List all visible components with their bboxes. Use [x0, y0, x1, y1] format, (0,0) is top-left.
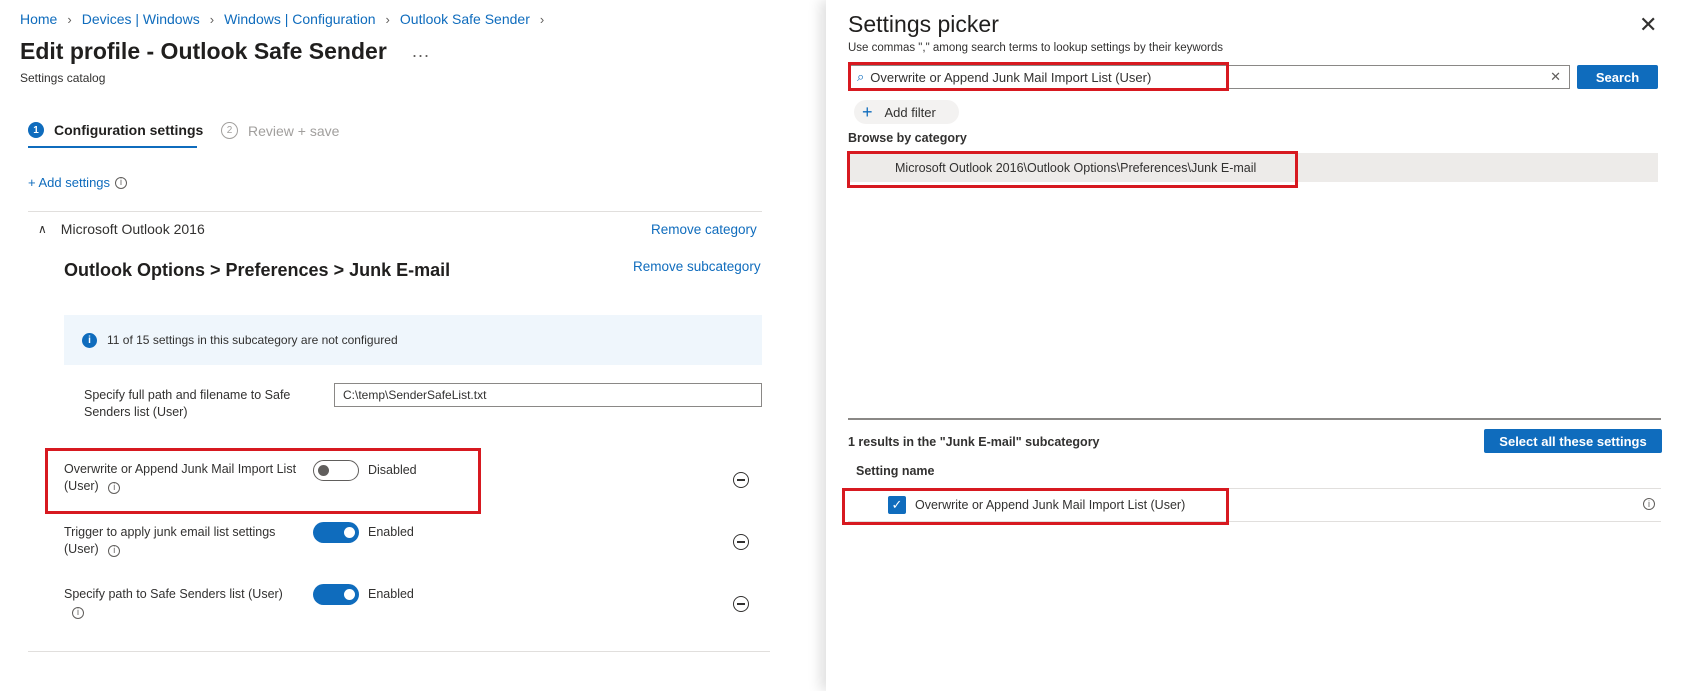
- search-button[interactable]: Search: [1577, 65, 1658, 89]
- info-banner-text: 11 of 15 settings in this subcategory ar…: [107, 333, 398, 347]
- search-icon: ⌕: [857, 69, 865, 84]
- setting-label-text: Overwrite or Append Junk Mail Import Lis…: [64, 462, 297, 493]
- remove-category-link[interactable]: Remove category: [651, 222, 757, 237]
- select-all-button[interactable]: Select all these settings: [1484, 429, 1662, 453]
- subcategory-title: Outlook Options > Preferences > Junk E-m…: [64, 260, 451, 280]
- category-header[interactable]: ∧ Microsoft Outlook 2016: [38, 221, 205, 237]
- column-header-setting-name[interactable]: Setting name: [856, 464, 935, 478]
- settings-picker-panel: Settings picker ✕ Use commas "," among s…: [826, 0, 1683, 691]
- active-tab-indicator: [28, 146, 197, 148]
- step-number-2: 2: [221, 122, 238, 139]
- add-settings-link[interactable]: + Add settings i: [28, 175, 128, 190]
- minus-circle-icon[interactable]: [733, 596, 749, 612]
- minus-circle-icon[interactable]: [733, 472, 749, 488]
- step-number-1: 1: [28, 122, 44, 138]
- plus-icon: +: [862, 102, 873, 122]
- info-icon[interactable]: i: [108, 544, 121, 557]
- safe-senders-list-toggle[interactable]: [313, 584, 359, 605]
- safe-senders-path-input[interactable]: [334, 383, 762, 407]
- category-name: Microsoft Outlook 2016: [60, 221, 205, 237]
- toggle-knob: [344, 589, 355, 600]
- chevron-right-icon: ›: [209, 11, 215, 27]
- add-filter-button[interactable]: + Add filter: [854, 100, 959, 124]
- setting-label-safe-senders-list: Specify path to Safe Senders list (User)…: [64, 586, 294, 620]
- add-filter-label: Add filter: [884, 104, 936, 120]
- clear-icon[interactable]: ✕: [1550, 69, 1561, 85]
- toggle-knob: [344, 527, 355, 538]
- info-icon[interactable]: i: [72, 606, 84, 619]
- remove-subcategory-link[interactable]: Remove subcategory: [633, 259, 761, 274]
- result-row[interactable]: ✓ Overwrite or Append Junk Mail Import L…: [848, 488, 1661, 521]
- divider: [28, 651, 770, 652]
- breadcrumb: Home › Devices | Windows › Windows | Con…: [20, 11, 544, 27]
- trigger-junk-toggle[interactable]: [313, 522, 359, 543]
- edit-profile-pane: Home › Devices | Windows › Windows | Con…: [0, 0, 830, 691]
- info-banner: i 11 of 15 settings in this subcategory …: [64, 315, 762, 365]
- info-icon[interactable]: i: [1643, 498, 1655, 510]
- divider: [28, 211, 762, 212]
- close-icon[interactable]: ✕: [1639, 14, 1657, 36]
- step-label: Configuration settings: [54, 122, 204, 138]
- info-icon[interactable]: i: [115, 176, 128, 189]
- setting-label-safe-senders-path: Specify full path and filename to Safe S…: [84, 388, 291, 419]
- checkmark-icon[interactable]: ✓: [888, 495, 906, 514]
- chevron-up-icon[interactable]: ∧: [38, 222, 47, 236]
- chevron-right-icon: ›: [67, 11, 72, 27]
- page-title: Edit profile - Outlook Safe Sender: [20, 38, 387, 64]
- divider: [848, 418, 1661, 420]
- setting-label-trigger-junk: Trigger to apply junk email list setting…: [64, 524, 294, 558]
- minus-circle-icon[interactable]: [733, 534, 749, 550]
- panel-title: Settings picker: [848, 11, 999, 37]
- chevron-right-icon: ›: [539, 11, 545, 27]
- results-count: 1 results in the "Junk E-mail" subcatego…: [848, 435, 1100, 449]
- page-subtitle: Settings catalog: [20, 71, 106, 85]
- overwrite-append-toggle[interactable]: [313, 460, 359, 481]
- tab-review-save[interactable]: 2 Review + save: [221, 122, 339, 139]
- breadcrumb-home[interactable]: Home: [20, 11, 57, 27]
- info-icon: i: [82, 332, 97, 348]
- breadcrumb-devices-windows[interactable]: Devices | Windows: [82, 11, 200, 27]
- tab-configuration-settings[interactable]: 1 Configuration settings: [28, 122, 203, 138]
- browse-by-category-label: Browse by category: [848, 131, 967, 145]
- breadcrumb-windows-configuration[interactable]: Windows | Configuration: [224, 11, 375, 27]
- info-icon[interactable]: i: [108, 481, 121, 494]
- toggle-state-label: Disabled: [368, 463, 417, 477]
- toggle-knob: [318, 465, 329, 476]
- panel-hint: Use commas "," among search terms to loo…: [848, 42, 1224, 54]
- toggle-state-label: Enabled: [368, 587, 414, 601]
- search-input-value: Overwrite or Append Junk Mail Import Lis…: [870, 69, 1152, 85]
- setting-label-text: Trigger to apply junk email list setting…: [64, 525, 276, 556]
- chevron-right-icon: ›: [385, 11, 390, 27]
- setting-label-text: Specify path to Safe Senders list (User): [64, 587, 283, 601]
- search-input[interactable]: ⌕ Overwrite or Append Junk Mail Import L…: [848, 65, 1570, 89]
- more-options-button[interactable]: ...: [412, 41, 430, 62]
- category-list-item[interactable]: Microsoft Outlook 2016\Outlook Options\P…: [848, 153, 1658, 182]
- toggle-state-label: Enabled: [368, 525, 414, 539]
- divider: [848, 521, 1661, 522]
- breadcrumb-outlook-safe-sender[interactable]: Outlook Safe Sender: [400, 11, 530, 27]
- step-label: Review + save: [248, 122, 340, 139]
- result-setting-name: Overwrite or Append Junk Mail Import Lis…: [915, 497, 1186, 512]
- setting-label-overwrite-append: Overwrite or Append Junk Mail Import Lis…: [64, 461, 304, 495]
- add-settings-label: + Add settings: [28, 175, 111, 190]
